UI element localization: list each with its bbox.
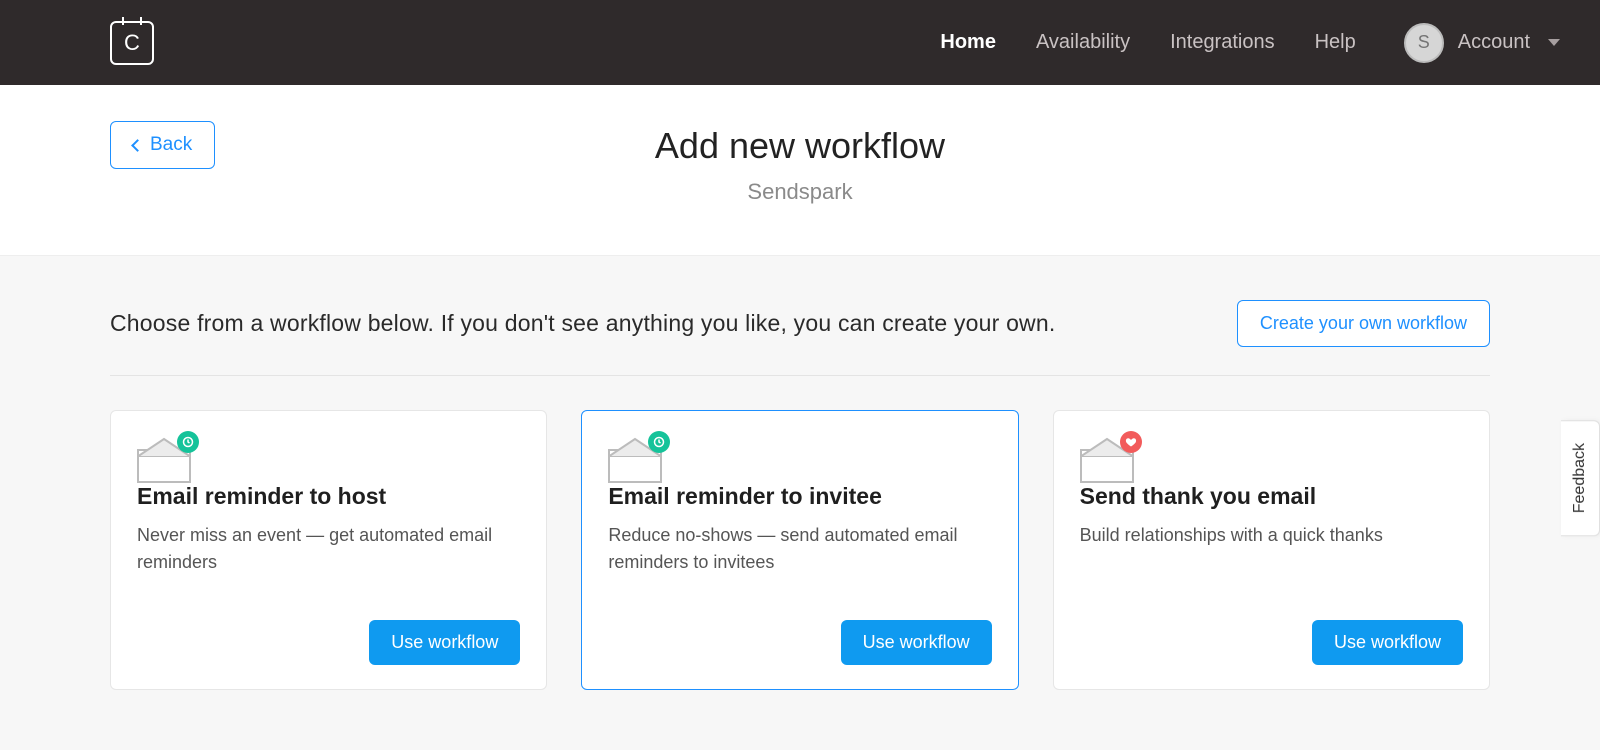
card-description: Never miss an event — get automated emai… (137, 522, 520, 576)
envelope-icon (608, 437, 662, 483)
create-own-workflow-button[interactable]: Create your own workflow (1237, 300, 1490, 347)
account-label: Account (1458, 31, 1530, 54)
clock-icon (648, 431, 670, 453)
back-button[interactable]: Back (110, 121, 215, 169)
feedback-tab[interactable]: Feedback (1561, 420, 1600, 536)
page-title: Add new workflow (110, 125, 1490, 167)
workflow-card-invitee-reminder[interactable]: Email reminder to invitee Reduce no-show… (581, 410, 1018, 690)
workflow-card-host-reminder[interactable]: Email reminder to host Never miss an eve… (110, 410, 547, 690)
logo-letter: C (124, 30, 140, 56)
app-logo[interactable]: C (110, 21, 154, 65)
card-title: Email reminder to host (137, 483, 520, 510)
content-area: Choose from a workflow below. If you don… (0, 256, 1600, 750)
nav-links: Home Availability Integrations Help (940, 31, 1355, 54)
card-title: Email reminder to invitee (608, 483, 991, 510)
use-workflow-button[interactable]: Use workflow (841, 620, 992, 665)
chevron-down-icon (1548, 39, 1560, 46)
avatar: S (1404, 23, 1444, 63)
workflow-cards: Email reminder to host Never miss an eve… (110, 410, 1490, 690)
nav-home[interactable]: Home (940, 31, 996, 54)
nav-integrations[interactable]: Integrations (1170, 31, 1275, 54)
envelope-icon (1080, 437, 1134, 483)
avatar-initial: S (1418, 32, 1430, 53)
card-title: Send thank you email (1080, 483, 1463, 510)
nav-availability[interactable]: Availability (1036, 31, 1130, 54)
top-nav: C Home Availability Integrations Help S … (0, 0, 1600, 85)
back-label: Back (150, 134, 192, 156)
clock-icon (177, 431, 199, 453)
page-header: Back Add new workflow Sendspark (0, 85, 1600, 256)
use-workflow-button[interactable]: Use workflow (1312, 620, 1463, 665)
content-head: Choose from a workflow below. If you don… (110, 300, 1490, 347)
workflow-card-thank-you[interactable]: Send thank you email Build relationships… (1053, 410, 1490, 690)
heart-icon (1120, 431, 1142, 453)
envelope-icon (137, 437, 191, 483)
account-menu[interactable]: S Account (1404, 23, 1560, 63)
card-description: Reduce no-shows — send automated email r… (608, 522, 991, 576)
use-workflow-button[interactable]: Use workflow (369, 620, 520, 665)
divider (110, 375, 1490, 376)
chevron-left-icon (131, 139, 144, 152)
card-description: Build relationships with a quick thanks (1080, 522, 1463, 549)
prompt-text: Choose from a workflow below. If you don… (110, 310, 1055, 337)
page-subtitle: Sendspark (110, 179, 1490, 205)
nav-help[interactable]: Help (1315, 31, 1356, 54)
